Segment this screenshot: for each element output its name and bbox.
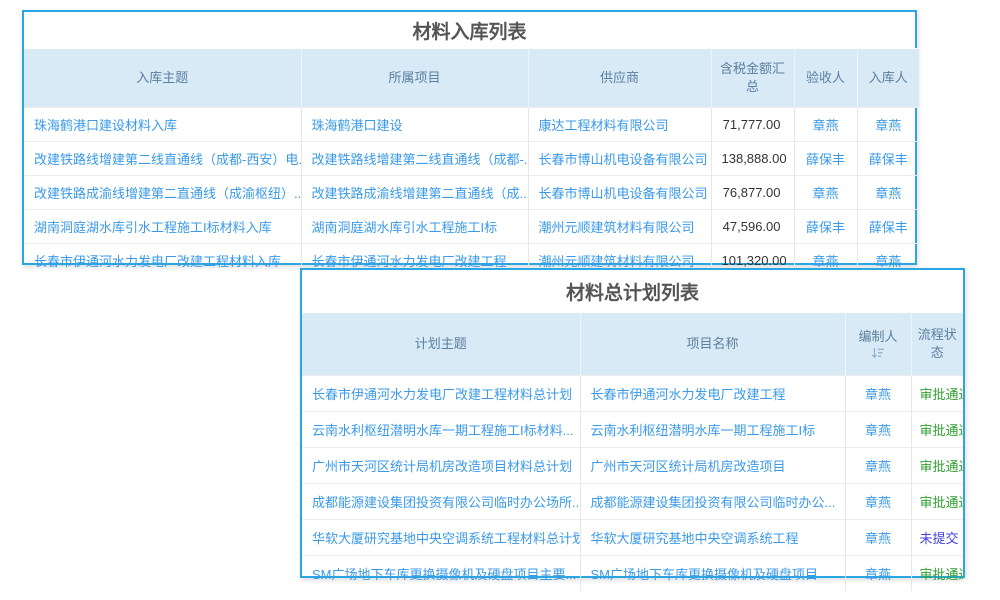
plan-col-compiler-label: 编制人 <box>858 329 897 344</box>
inbound-stocker-link[interactable]: 薛保丰 <box>857 142 919 176</box>
plan-col-project: 项目名称 <box>580 313 845 376</box>
plan-col-status: 流程状态 <box>911 313 963 376</box>
table-row: 广州市天河区统计局机房改造项目材料总计划 广州市天河区统计局机房改造项目 章燕 … <box>302 448 963 484</box>
inbound-subject-link[interactable]: 长春市伊通河水力发电厂改建工程材料入库 <box>24 244 301 278</box>
inbound-subject-link[interactable]: 改建铁路成渝线增建第二直通线（成渝枢纽）... <box>24 176 301 210</box>
table-row: 改建铁路成渝线增建第二直通线（成渝枢纽）... 改建铁路成渝线增建第二直通线（成… <box>24 176 919 210</box>
sort-amount-icon[interactable] <box>849 347 908 360</box>
plan-compiler-link[interactable]: 章燕 <box>845 412 911 448</box>
inbound-amount-value: 47,596.00 <box>711 210 794 244</box>
plan-list-panel: 材料总计划列表 计划主题 项目名称 编制人 流程状态 <box>300 268 965 578</box>
inbound-project-link[interactable]: 改建铁路成渝线增建第二直通线（成... <box>301 176 528 210</box>
plan-subject-link[interactable]: 广州市天河区统计局机房改造项目材料总计划 <box>302 448 580 484</box>
plan-compiler-link[interactable]: 章燕 <box>845 520 911 556</box>
plan-project-link[interactable]: SM广场地下车库更换摄像机及硬盘项目 <box>580 556 845 592</box>
table-row: 改建铁路线增建第二线直通线（成都-西安）电... 改建铁路线增建第二线直通线（成… <box>24 142 919 176</box>
inbound-supplier-link[interactable]: 潮州元顺建筑材料有限公司 <box>528 210 711 244</box>
inbound-stocker-link[interactable]: 薛保丰 <box>857 210 919 244</box>
table-row: 长春市伊通河水力发电厂改建工程材料总计划 长春市伊通河水力发电厂改建工程 章燕 … <box>302 376 963 412</box>
inbound-col-supplier: 供应商 <box>528 49 711 108</box>
inbound-supplier-link[interactable]: 长春市博山机电设备有限公司 <box>528 142 711 176</box>
inbound-project-link[interactable]: 湖南洞庭湖水库引水工程施工I标 <box>301 210 528 244</box>
plan-project-link[interactable]: 云南水利枢纽潜明水库一期工程施工I标 <box>580 412 845 448</box>
inbound-amount-value: 138,888.00 <box>711 142 794 176</box>
inbound-list-panel: 材料入库列表 入库主题 所属项目 供应商 含税金额汇总 验收人 入库人 珠海鹤港… <box>22 10 917 265</box>
table-row: 云南水利枢纽潜明水库一期工程施工I标材料... 云南水利枢纽潜明水库一期工程施工… <box>302 412 963 448</box>
inbound-project-link[interactable]: 改建铁路线增建第二线直通线（成都-... <box>301 142 528 176</box>
inbound-amount-value: 71,777.00 <box>711 108 794 142</box>
inbound-subject-link[interactable]: 改建铁路线增建第二线直通线（成都-西安）电... <box>24 142 301 176</box>
table-row: 成都能源建设集团投资有限公司临时办公场所... 成都能源建设集团投资有限公司临时… <box>302 484 963 520</box>
inbound-col-acceptor: 验收人 <box>794 49 857 108</box>
plan-table: 计划主题 项目名称 编制人 流程状态 长春市伊通河水力发电厂改建工程材料总计划 <box>302 312 963 591</box>
plan-subject-link[interactable]: 华软大厦研究基地中央空调系统工程材料总计划 <box>302 520 580 556</box>
plan-project-link[interactable]: 长春市伊通河水力发电厂改建工程 <box>580 376 845 412</box>
table-row: 珠海鹤港口建设材料入库 珠海鹤港口建设 康达工程材料有限公司 71,777.00… <box>24 108 919 142</box>
table-row: SM广场地下车库更换摄像机及硬盘项目主要... SM广场地下车库更换摄像机及硬盘… <box>302 556 963 592</box>
plan-header-row: 计划主题 项目名称 编制人 流程状态 <box>302 313 963 376</box>
inbound-project-link[interactable]: 珠海鹤港口建设 <box>301 108 528 142</box>
plan-project-link[interactable]: 成都能源建设集团投资有限公司临时办公... <box>580 484 845 520</box>
inbound-stocker-link[interactable]: 章燕 <box>857 176 919 210</box>
inbound-stocker-link[interactable]: 章燕 <box>857 108 919 142</box>
inbound-supplier-link[interactable]: 康达工程材料有限公司 <box>528 108 711 142</box>
inbound-acceptor-link[interactable]: 薛保丰 <box>794 210 857 244</box>
inbound-subject-link[interactable]: 湖南洞庭湖水库引水工程施工I标材料入库 <box>24 210 301 244</box>
plan-subject-link[interactable]: 云南水利枢纽潜明水库一期工程施工I标材料... <box>302 412 580 448</box>
status-badge[interactable]: 未提交 <box>911 520 963 556</box>
plan-compiler-link[interactable]: 章燕 <box>845 448 911 484</box>
inbound-acceptor-link[interactable]: 章燕 <box>794 108 857 142</box>
inbound-col-stocker: 入库人 <box>857 49 919 108</box>
status-badge[interactable]: 审批通过 <box>911 376 963 412</box>
status-badge[interactable]: 审批通过 <box>911 448 963 484</box>
plan-project-link[interactable]: 华软大厦研究基地中央空调系统工程 <box>580 520 845 556</box>
plan-subject-link[interactable]: 成都能源建设集团投资有限公司临时办公场所... <box>302 484 580 520</box>
table-row: 湖南洞庭湖水库引水工程施工I标材料入库 湖南洞庭湖水库引水工程施工I标 潮州元顺… <box>24 210 919 244</box>
inbound-table: 入库主题 所属项目 供应商 含税金额汇总 验收人 入库人 珠海鹤港口建设材料入库… <box>24 48 919 277</box>
status-badge[interactable]: 审批通过 <box>911 412 963 448</box>
plan-list-title: 材料总计划列表 <box>302 270 963 312</box>
plan-col-compiler[interactable]: 编制人 <box>845 313 911 376</box>
inbound-acceptor-link[interactable]: 薛保丰 <box>794 142 857 176</box>
inbound-subject-link[interactable]: 珠海鹤港口建设材料入库 <box>24 108 301 142</box>
plan-compiler-link[interactable]: 章燕 <box>845 484 911 520</box>
plan-compiler-link[interactable]: 章燕 <box>845 376 911 412</box>
inbound-header-row: 入库主题 所属项目 供应商 含税金额汇总 验收人 入库人 <box>24 49 919 108</box>
inbound-col-subject: 入库主题 <box>24 49 301 108</box>
plan-subject-link[interactable]: SM广场地下车库更换摄像机及硬盘项目主要... <box>302 556 580 592</box>
inbound-list-title: 材料入库列表 <box>24 12 915 48</box>
inbound-col-amount: 含税金额汇总 <box>711 49 794 108</box>
plan-compiler-link[interactable]: 章燕 <box>845 556 911 592</box>
inbound-acceptor-link[interactable]: 章燕 <box>794 176 857 210</box>
status-badge[interactable]: 审批通过 <box>911 484 963 520</box>
table-row: 华软大厦研究基地中央空调系统工程材料总计划 华软大厦研究基地中央空调系统工程 章… <box>302 520 963 556</box>
inbound-col-project: 所属项目 <box>301 49 528 108</box>
inbound-amount-value: 76,877.00 <box>711 176 794 210</box>
inbound-supplier-link[interactable]: 长春市博山机电设备有限公司 <box>528 176 711 210</box>
status-badge[interactable]: 审批通过 <box>911 556 963 592</box>
plan-subject-link[interactable]: 长春市伊通河水力发电厂改建工程材料总计划 <box>302 376 580 412</box>
plan-project-link[interactable]: 广州市天河区统计局机房改造项目 <box>580 448 845 484</box>
plan-col-subject: 计划主题 <box>302 313 580 376</box>
